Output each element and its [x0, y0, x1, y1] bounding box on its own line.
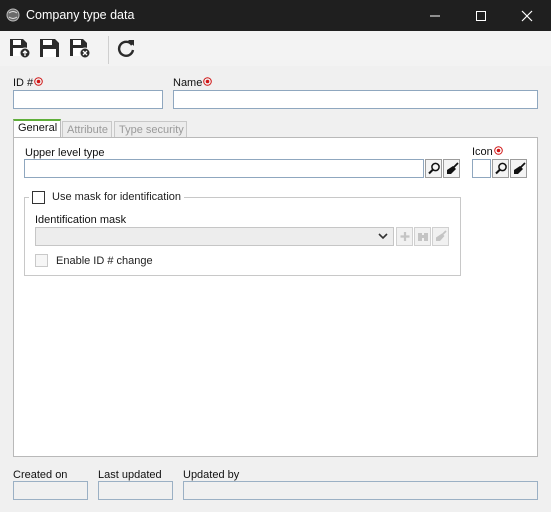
icon-clear-button[interactable]	[510, 159, 527, 178]
close-icon	[521, 10, 533, 22]
id-label: ID #	[13, 77, 43, 89]
id-label-text: ID #	[13, 77, 34, 89]
broom-icon	[436, 230, 447, 241]
identification-mask-select[interactable]	[35, 227, 394, 246]
icon-label-text: Icon	[472, 146, 493, 158]
updated-by-label: Updated by	[183, 469, 240, 481]
floppy-icon	[40, 39, 59, 57]
created-on-field	[13, 481, 88, 500]
upper-level-search-button[interactable]	[425, 159, 442, 178]
floppy-plus-icon	[10, 39, 31, 59]
icon-preview-box[interactable]	[472, 159, 491, 178]
created-on-label: Created on	[13, 469, 68, 481]
app-globe-icon	[6, 8, 20, 22]
toolbar-separator	[108, 36, 109, 64]
required-icon	[203, 77, 213, 86]
enable-id-change-row[interactable]: Enable ID # change	[35, 254, 153, 267]
name-label-text: Name	[173, 77, 203, 89]
save-and-new-button[interactable]	[8, 37, 32, 59]
name-input[interactable]	[173, 90, 538, 109]
save-and-close-button[interactable]	[68, 37, 92, 59]
upper-level-clear-button[interactable]	[443, 159, 460, 178]
title-bar: Company type data	[0, 0, 551, 31]
upper-level-type-input[interactable]	[24, 159, 424, 178]
magnifier-icon	[428, 162, 440, 175]
required-icon	[493, 146, 503, 155]
id-input[interactable]	[13, 90, 163, 109]
maximize-icon	[476, 11, 486, 21]
binoculars-icon	[418, 233, 428, 241]
enable-id-change-checkbox[interactable]	[35, 254, 48, 267]
maximize-button[interactable]	[458, 0, 504, 31]
minimize-icon	[430, 15, 440, 17]
window-title: Company type data	[26, 8, 135, 22]
clear-mask-button[interactable]	[432, 227, 449, 246]
icon-label: Icon	[472, 146, 503, 158]
minimize-button[interactable]	[412, 0, 458, 31]
last-updated-label: Last updated	[98, 469, 162, 481]
icon-search-button[interactable]	[492, 159, 509, 178]
upper-level-type-label: Upper level type	[25, 147, 105, 159]
tab-attribute[interactable]: Attribute	[62, 121, 112, 137]
floppy-close-icon	[70, 39, 91, 59]
refresh-button[interactable]	[114, 37, 138, 59]
use-mask-checkbox[interactable]	[32, 190, 45, 204]
toolbar	[0, 31, 551, 66]
identification-mask-label: Identification mask	[35, 214, 127, 226]
tab-type-security[interactable]: Type security	[114, 121, 187, 137]
name-label: Name	[173, 77, 213, 89]
tab-general[interactable]: General	[13, 119, 61, 138]
chevron-down-icon	[378, 233, 388, 240]
close-button[interactable]	[504, 0, 550, 31]
view-mask-button[interactable]	[414, 227, 431, 246]
add-mask-button[interactable]	[396, 227, 413, 246]
save-button[interactable]	[38, 37, 62, 59]
refresh-icon	[117, 40, 135, 57]
broom-icon	[447, 162, 459, 174]
magnifier-icon	[495, 162, 507, 175]
use-mask-checkbox-row[interactable]: Use mask for identification	[29, 189, 184, 205]
required-icon	[34, 77, 43, 86]
use-mask-label: Use mask for identification	[52, 191, 181, 203]
last-updated-field	[98, 481, 173, 500]
enable-id-change-label: Enable ID # change	[56, 254, 153, 267]
plus-icon	[400, 232, 410, 241]
broom-icon	[514, 162, 526, 174]
updated-by-field	[183, 481, 538, 500]
general-tab-panel	[13, 137, 538, 457]
